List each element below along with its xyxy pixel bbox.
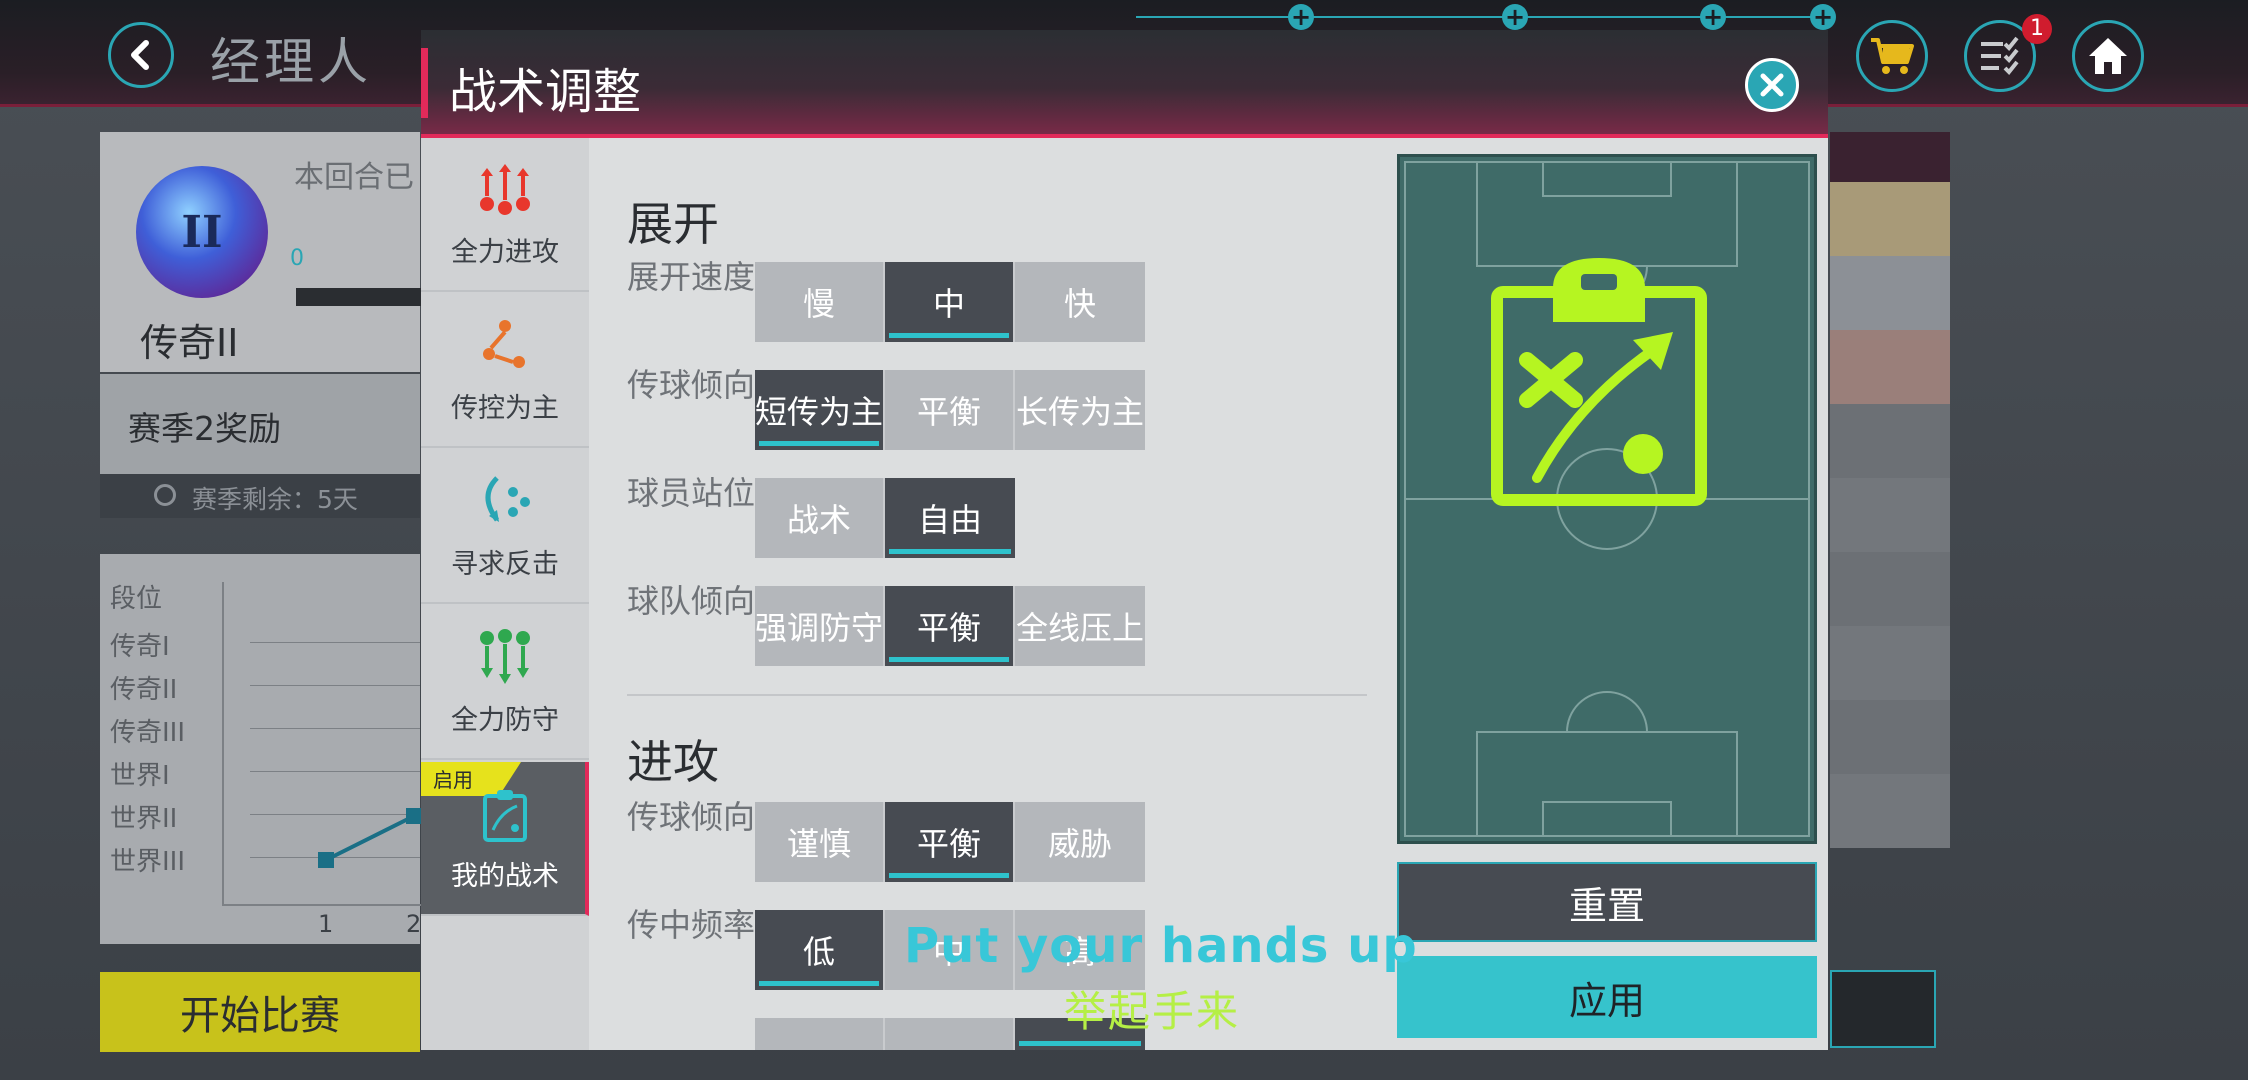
rank-emblem: II bbox=[136, 166, 268, 298]
row-label: 传球倾向 bbox=[627, 366, 756, 404]
counter-attack-icon bbox=[485, 476, 530, 522]
clock-icon bbox=[154, 484, 176, 506]
tier-label: 世界II bbox=[110, 804, 178, 834]
season-remaining: 赛季剩余：5天 bbox=[192, 485, 358, 514]
start-match-button[interactable]: 开始比赛 bbox=[100, 972, 420, 1052]
preset-label: 全力进攻 bbox=[451, 237, 559, 268]
option-button[interactable]: 威胁 bbox=[1015, 802, 1145, 882]
section-divider bbox=[627, 694, 1367, 696]
active-tag-label: 启用 bbox=[433, 768, 473, 792]
option-button[interactable]: 谨慎 bbox=[755, 802, 885, 882]
option-button[interactable]: 慢 bbox=[755, 262, 885, 342]
option-button-selected[interactable]: 中 bbox=[885, 262, 1015, 342]
rank-name: 传奇II bbox=[140, 321, 239, 365]
apply-button[interactable]: 应用 bbox=[1397, 956, 1817, 1038]
all-out-attack-icon bbox=[480, 164, 530, 215]
tier-label: 世界I bbox=[110, 761, 170, 791]
preset-label: 传控为主 bbox=[451, 393, 559, 424]
tier-label: 世界III bbox=[110, 847, 186, 877]
option-button[interactable]: 平衡 bbox=[885, 370, 1015, 450]
round-status: 本回合已 bbox=[294, 160, 414, 195]
home-icon bbox=[2089, 38, 2127, 74]
option-button-selected[interactable]: 平衡 bbox=[885, 802, 1015, 882]
tasks-icon bbox=[1981, 36, 2019, 75]
row-label: 球员站位 bbox=[627, 474, 756, 512]
option-button[interactable]: 快 bbox=[1015, 262, 1145, 342]
plus-icon[interactable]: + bbox=[1700, 4, 1726, 30]
tier-history-line bbox=[318, 808, 422, 868]
tactics-board-icon bbox=[1491, 258, 1707, 506]
tier-gridline bbox=[250, 685, 420, 686]
shop-button[interactable] bbox=[1856, 20, 1928, 92]
tier-label: 传奇III bbox=[110, 718, 186, 748]
row-label: 球队倾向 bbox=[627, 582, 756, 620]
option-button-partial[interactable] bbox=[885, 1018, 1015, 1050]
preset-label: 我的战术 bbox=[451, 861, 559, 892]
home-button[interactable] bbox=[2072, 20, 2144, 92]
header-accent bbox=[421, 48, 428, 118]
close-icon bbox=[1760, 73, 1784, 97]
option-button-partial[interactable] bbox=[755, 1018, 885, 1050]
tier-axis-y bbox=[222, 582, 224, 904]
row-label: 展开速度 bbox=[627, 258, 756, 296]
subtitle-chinese: 举起手来 bbox=[1064, 987, 1241, 1036]
option-button-selected[interactable]: 短传为主 bbox=[755, 370, 885, 450]
preset-possession[interactable]: 传控为主 bbox=[421, 294, 589, 448]
plus-icon[interactable]: + bbox=[1288, 4, 1314, 30]
option-button[interactable]: 强调防守 bbox=[755, 586, 885, 666]
back-button[interactable] bbox=[108, 22, 174, 88]
season-reward-label: 赛季2奖励 bbox=[128, 409, 281, 448]
tactics-dialog: 战术调整 全力进攻 传控为主 寻求反击 全力防守 启用 我的战术 展开 展开速度… bbox=[421, 30, 1828, 1050]
back-icon bbox=[131, 40, 149, 70]
preset-label: 寻求反击 bbox=[451, 549, 559, 580]
preset-all-out-attack[interactable]: 全力进攻 bbox=[421, 138, 589, 292]
row-label: 传球倾向 bbox=[627, 798, 756, 836]
plus-icon[interactable]: + bbox=[1810, 4, 1836, 30]
subtitle-english: Put your hands up bbox=[904, 918, 1418, 974]
tier-axis-x bbox=[222, 904, 422, 906]
tier-label: 传奇I bbox=[110, 632, 170, 662]
tier-x-tick: 2 bbox=[406, 910, 422, 938]
tactic-settings: 展开 展开速度 慢 中 快 传球倾向 短传为主 平衡 长传为主 球员站位 战术 … bbox=[589, 138, 1385, 1050]
background-list bbox=[1830, 132, 1950, 932]
plus-icon[interactable]: + bbox=[1502, 4, 1528, 30]
possession-icon bbox=[483, 320, 525, 368]
option-button[interactable]: 全线压上 bbox=[1015, 586, 1145, 666]
tactic-preset-sidebar: 全力进攻 传控为主 寻求反击 全力防守 启用 我的战术 bbox=[421, 138, 589, 1050]
option-button[interactable]: 长传为主 bbox=[1015, 370, 1145, 450]
tier-chart-title: 段位 bbox=[110, 584, 163, 614]
option-button-selected[interactable]: 平衡 bbox=[885, 586, 1015, 666]
preset-counter-attack[interactable]: 寻求反击 bbox=[421, 450, 589, 604]
my-tactics-icon bbox=[483, 790, 527, 842]
reset-button[interactable]: 重置 bbox=[1397, 862, 1817, 942]
tier-gridline bbox=[250, 728, 420, 729]
background-button bbox=[1830, 970, 1936, 1048]
preset-my-tactics[interactable]: 启用 我的战术 bbox=[421, 762, 589, 916]
tier-label: 传奇II bbox=[110, 675, 178, 705]
preset-label: 全力防守 bbox=[451, 705, 559, 736]
tier-gridline bbox=[250, 642, 420, 643]
tier-gridline bbox=[250, 771, 420, 772]
preset-all-out-defense[interactable]: 全力防守 bbox=[421, 606, 589, 760]
dialog-title: 战术调整 bbox=[449, 64, 642, 120]
cart-icon bbox=[1871, 38, 1914, 74]
all-out-defense-icon bbox=[480, 629, 530, 684]
notification-badge: 1 bbox=[2022, 14, 2052, 44]
option-button[interactable]: 战术 bbox=[755, 478, 885, 558]
option-button-selected[interactable]: 低 bbox=[755, 910, 885, 990]
progress-value: 0 bbox=[290, 246, 304, 271]
progress-bar bbox=[296, 288, 426, 306]
close-button[interactable] bbox=[1745, 58, 1799, 112]
option-button-selected[interactable]: 自由 bbox=[885, 478, 1015, 558]
row-label: 传中频率 bbox=[627, 906, 756, 944]
tier-x-tick: 1 bbox=[318, 910, 334, 938]
section-title-attack: 进攻 bbox=[627, 735, 719, 789]
section-title-build-up: 展开 bbox=[627, 197, 719, 251]
page-title: 经理人 bbox=[210, 33, 372, 91]
